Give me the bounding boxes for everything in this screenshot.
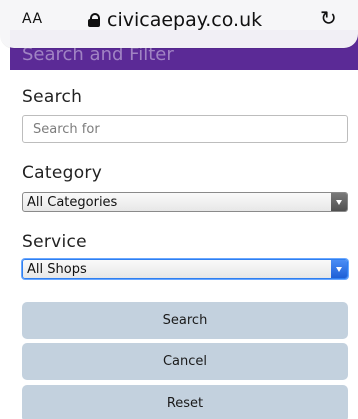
category-label: Category [22, 163, 103, 183]
category-selected-value: All Categories [27, 195, 118, 210]
url-text: civicaepay.co.uk [107, 9, 263, 31]
search-input[interactable] [22, 115, 348, 143]
screen: Search and Filter AA civicaepay.co.uk ↻ … [0, 0, 358, 419]
text-size-button[interactable]: AA [22, 11, 43, 27]
reload-icon[interactable]: ↻ [320, 6, 337, 30]
browser-address-bar: AA civicaepay.co.uk ↻ [0, 0, 358, 48]
search-label: Search [22, 87, 83, 107]
lock-icon [88, 13, 100, 27]
service-select[interactable]: All Shops [22, 259, 348, 279]
service-dropdown-arrow-icon [331, 260, 347, 278]
cancel-button[interactable]: Cancel [22, 343, 348, 380]
search-button[interactable]: Search [22, 302, 348, 339]
category-select[interactable]: All Categories [22, 192, 348, 212]
service-label: Service [22, 232, 87, 252]
service-selected-value: All Shops [27, 262, 87, 277]
reset-button[interactable]: Reset [22, 385, 348, 419]
category-dropdown-arrow-icon [331, 193, 347, 211]
url-field[interactable]: civicaepay.co.uk [88, 6, 262, 34]
text-size-label: AA [22, 11, 43, 27]
